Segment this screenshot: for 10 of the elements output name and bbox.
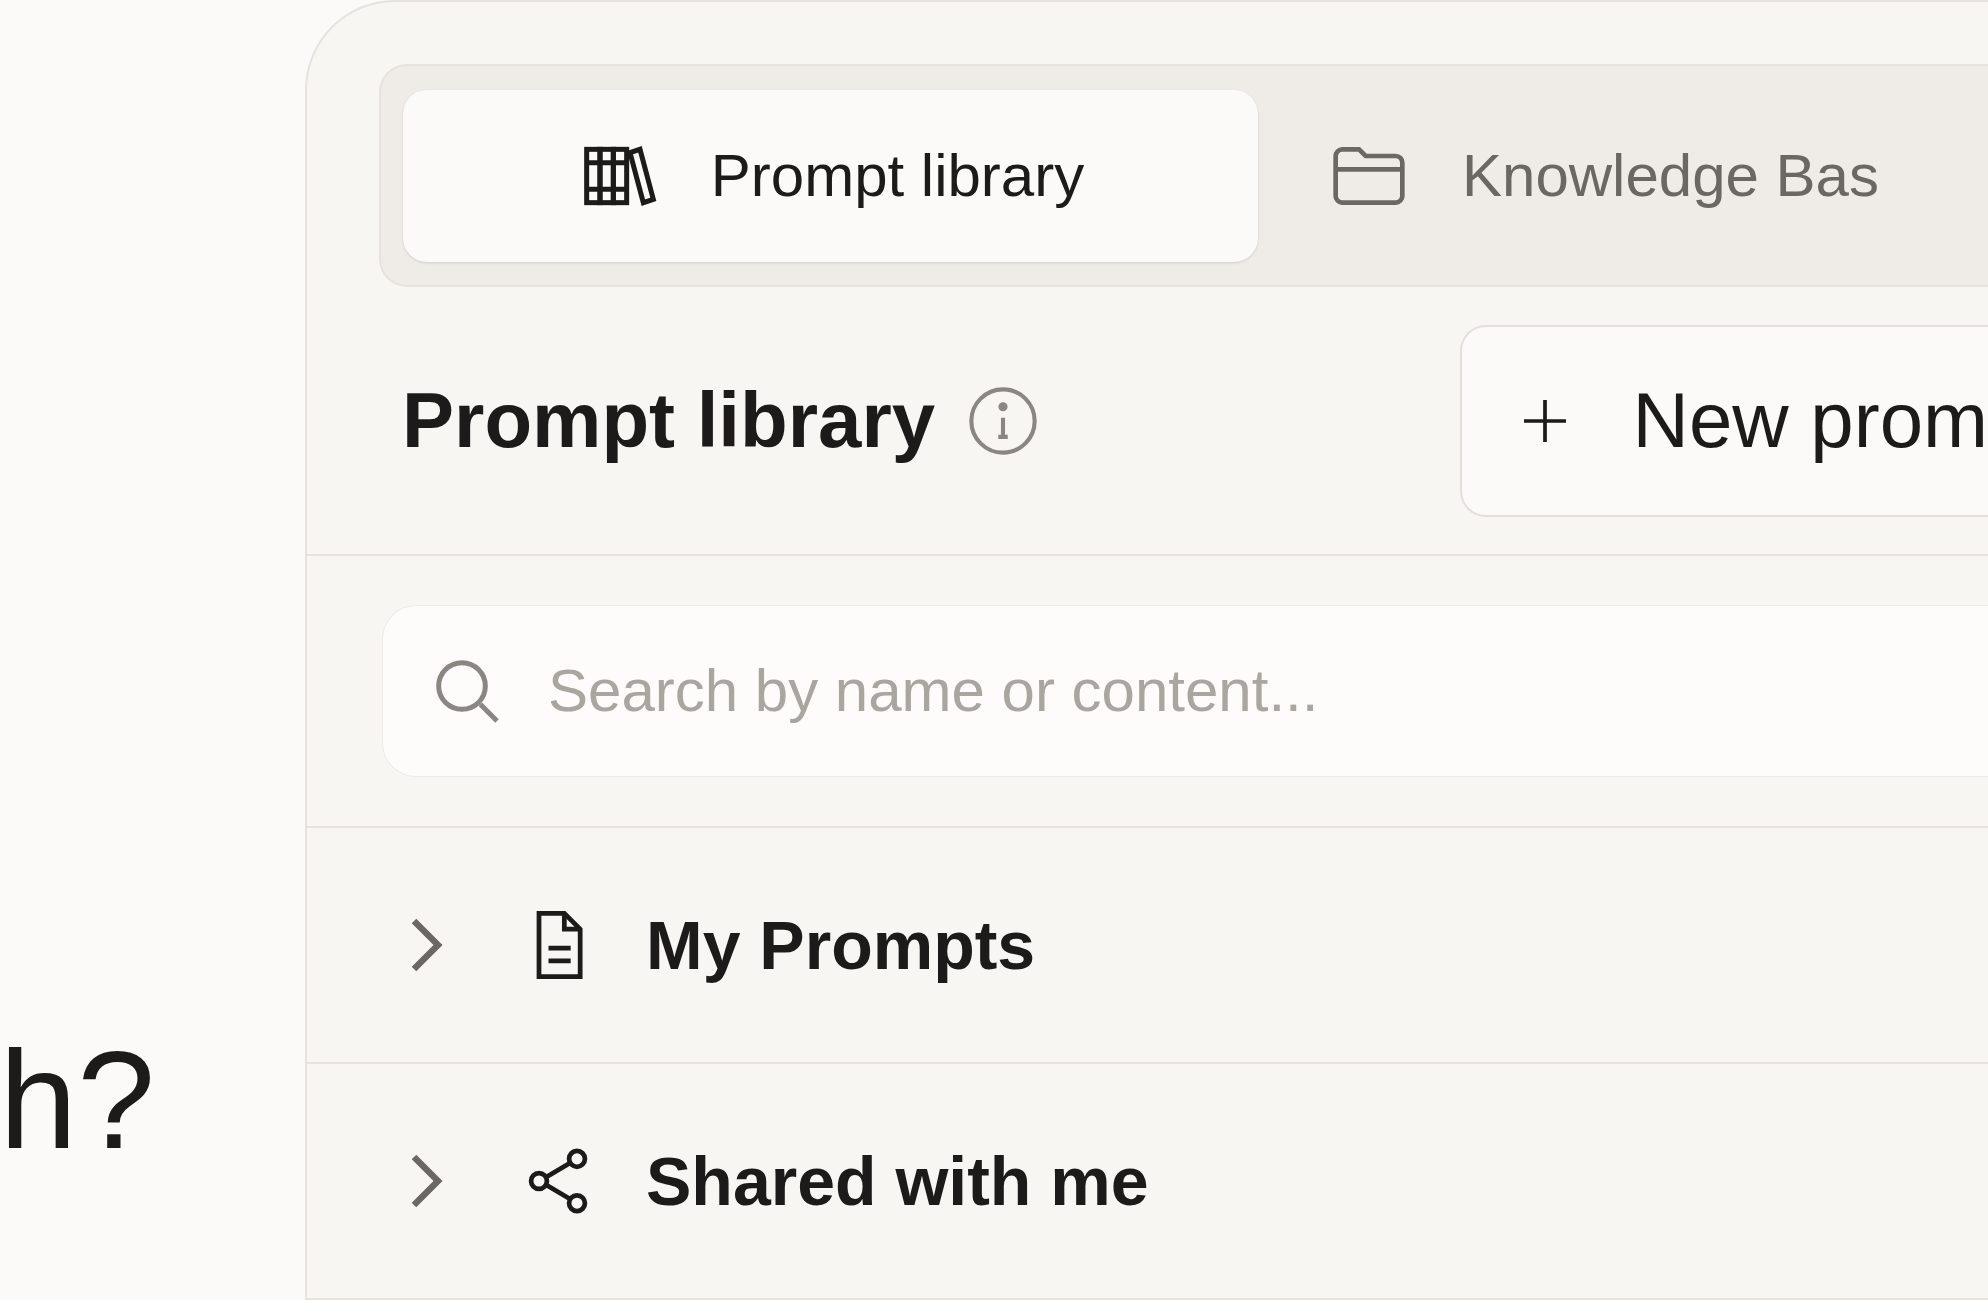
new-prompt-button[interactable]: New prom xyxy=(1459,324,1988,517)
section-label: Shared with me xyxy=(646,1142,1149,1221)
section-row[interactable]: Shared with me xyxy=(307,1064,1988,1300)
section-label: My Prompts xyxy=(646,906,1036,985)
panel-title: Prompt library xyxy=(402,375,936,467)
heading-fragment: h? xyxy=(0,1030,155,1170)
search-field[interactable]: Search by name or content... xyxy=(382,604,1988,777)
tab[interactable]: Prompt library xyxy=(403,89,1258,262)
section-row[interactable]: My Prompts xyxy=(307,828,1988,1064)
tab[interactable]: Knowledge Bas xyxy=(1324,89,1879,262)
